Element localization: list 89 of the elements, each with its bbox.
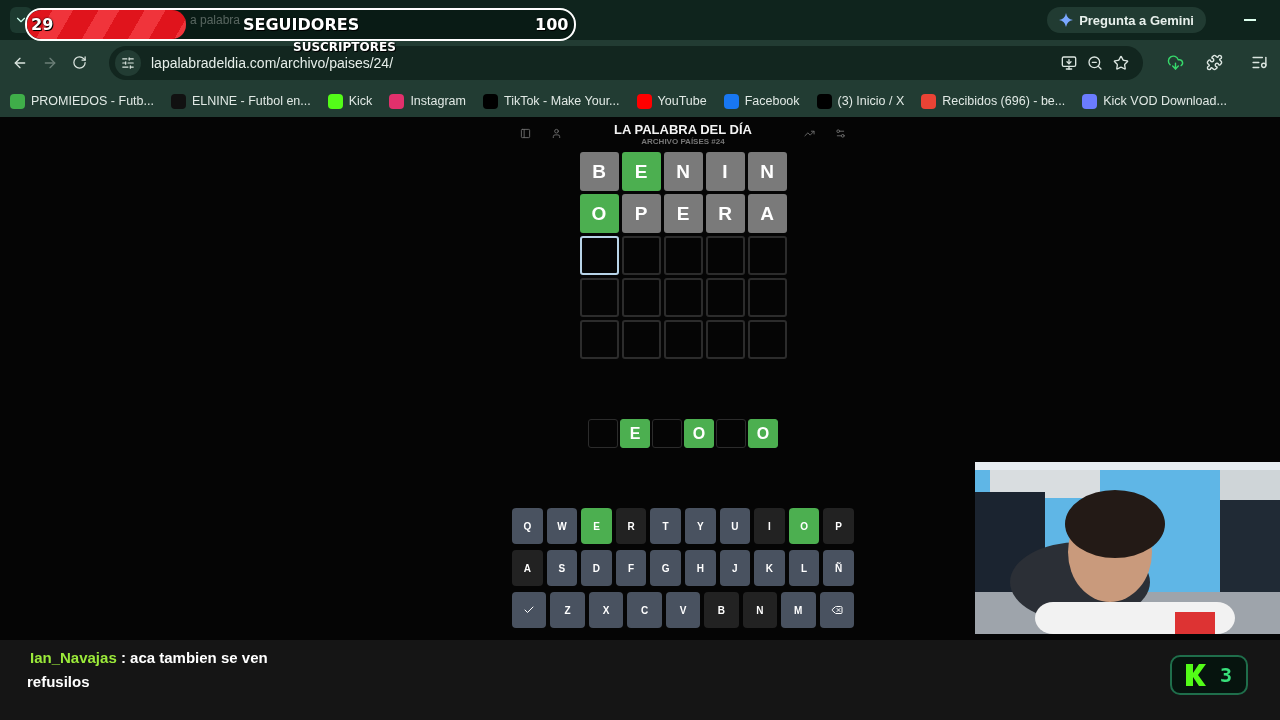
letter-tile: A: [747, 194, 787, 233]
reload-icon: [72, 55, 87, 70]
enter-key[interactable]: [512, 592, 547, 628]
letter-key[interactable]: R: [615, 508, 647, 544]
letter-key[interactable]: K: [754, 550, 785, 586]
kick-logo-icon: [1185, 664, 1206, 686]
letter-tile: N: [747, 152, 787, 191]
letter-key[interactable]: X: [588, 592, 624, 628]
letter-key[interactable]: A: [512, 550, 543, 586]
bookmark-link[interactable]: TikTok - Make Your...: [482, 93, 620, 109]
cloud-download-icon: [1167, 54, 1184, 71]
chart-line-icon: [804, 128, 815, 139]
letter-tile: R: [705, 194, 745, 233]
letter-key[interactable]: J: [719, 550, 751, 586]
tab-list-button[interactable]: [10, 7, 32, 33]
letter-key[interactable]: F: [615, 550, 647, 586]
letter-tile: I: [705, 152, 745, 191]
letter-key[interactable]: H: [684, 550, 716, 586]
letter-key[interactable]: N: [742, 592, 778, 628]
star-icon: [1113, 54, 1129, 71]
cloud-download-button[interactable]: [1167, 54, 1184, 71]
sparkle-icon: [1059, 13, 1074, 27]
followers-label: SEGUIDORES: [243, 15, 360, 34]
letter-key[interactable]: D: [581, 550, 612, 586]
letter-key[interactable]: T: [650, 508, 681, 544]
url-text: lapalabradeldia.com/archivo/paises/24/: [151, 54, 394, 71]
letter-key[interactable]: Q: [512, 508, 543, 544]
letter-key[interactable]: Y: [684, 508, 716, 544]
letter-key[interactable]: Ñ: [823, 550, 854, 586]
letter-key[interactable]: I: [754, 508, 785, 544]
zoom-out-icon: [1087, 54, 1103, 71]
letter-key[interactable]: V: [665, 592, 701, 628]
bookmark-link[interactable]: Instagram: [389, 93, 466, 109]
solution-tile: O: [684, 419, 714, 448]
solution-tile: O: [748, 419, 778, 448]
settings-button[interactable]: [835, 128, 846, 139]
letter-tile: B: [579, 152, 619, 191]
followers-count: 29: [31, 15, 54, 34]
monitor-download-icon: [1061, 54, 1077, 71]
letter-key[interactable]: P: [823, 508, 854, 544]
bookmark-link[interactable]: Recibidos (696) - be...: [921, 93, 1066, 109]
panel-button[interactable]: [520, 128, 531, 139]
backspace-icon: [830, 604, 843, 616]
solution-tile: E: [620, 419, 650, 448]
game-title: LA PALABRA DEL DÍA: [614, 122, 752, 137]
letter-key[interactable]: W: [546, 508, 578, 544]
user-button[interactable]: [551, 128, 562, 139]
letter-tile: E: [663, 194, 703, 233]
puzzle-icon: [1206, 54, 1223, 71]
bookmark-link[interactable]: YouTube: [636, 93, 707, 109]
minimize-icon: [1244, 19, 1256, 21]
bookmark-link[interactable]: Facebook: [723, 93, 800, 109]
chat-message: Ian_Navajas : aca tambien se ven refusilos: [27, 648, 269, 692]
reload-button[interactable]: [72, 55, 87, 70]
letter-key[interactable]: U: [719, 508, 751, 544]
letter-tile: N: [663, 152, 703, 191]
sliders-icon: [121, 55, 135, 70]
panel-icon: [520, 128, 531, 139]
user-icon: [551, 128, 562, 139]
install-app-button[interactable]: [1061, 54, 1077, 71]
letter-key[interactable]: S: [546, 550, 578, 586]
media-button[interactable]: [1251, 54, 1268, 71]
viewer-count: 3: [1219, 663, 1232, 687]
letter-key[interactable]: B: [704, 592, 739, 628]
bookmark-link[interactable]: Kick VOD Download...: [1082, 93, 1227, 109]
letter-tile: O: [579, 194, 619, 233]
gemini-button[interactable]: Pregunta a Gemini: [1047, 7, 1206, 33]
zoom-out-button[interactable]: [1087, 54, 1103, 71]
letter-tile: P: [621, 194, 661, 233]
site-settings-button[interactable]: [115, 49, 141, 76]
extensions-button[interactable]: [1206, 54, 1223, 71]
followers-goal: 100: [535, 15, 569, 34]
backspace-key[interactable]: [819, 592, 854, 628]
bookmark-link[interactable]: ELNINE - Futbol en...: [170, 93, 311, 109]
letter-key[interactable]: Z: [550, 592, 585, 628]
letter-tile: E: [621, 152, 661, 191]
bookmark-star-button[interactable]: [1113, 54, 1129, 71]
bookmark-link[interactable]: (3) Inicio / X: [816, 93, 905, 109]
bookmark-link[interactable]: PROMIEDOS - Futb...: [10, 93, 154, 109]
settings-icon: [835, 128, 846, 139]
stats-button[interactable]: [804, 128, 815, 139]
bookmark-link[interactable]: Kick: [327, 93, 373, 109]
music-list-icon: [1251, 54, 1268, 71]
game-subtitle: ARCHIVO PAÍSES #24: [641, 137, 725, 146]
letter-key[interactable]: L: [788, 550, 820, 586]
letter-key[interactable]: C: [627, 592, 662, 628]
letter-key[interactable]: G: [650, 550, 681, 586]
letter-key[interactable]: M: [781, 592, 816, 628]
check-icon: [523, 604, 536, 616]
